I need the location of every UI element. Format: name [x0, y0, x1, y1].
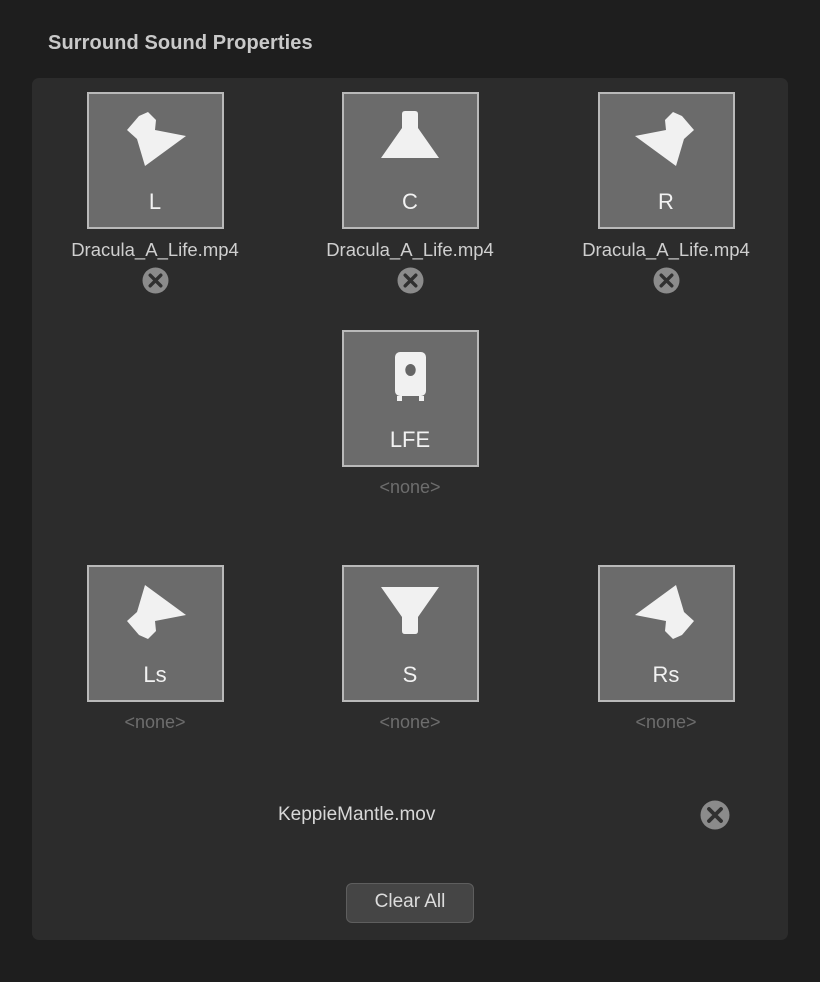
channel-tile-left-surround[interactable]: Ls	[87, 565, 224, 702]
channel-assignment-left-surround: <none>	[124, 711, 185, 734]
speaker-cone-up-right-icon	[112, 581, 198, 653]
channel-label-right-surround: Rs	[600, 664, 733, 686]
channel-tile-lfe[interactable]: LFE	[342, 330, 479, 467]
channel-assignment-left: Dracula_A_Life.mp4	[71, 238, 239, 261]
source-file-row: KeppieMantle.mov	[32, 796, 788, 840]
source-file-name: KeppieMantle.mov	[278, 804, 435, 826]
channel-tile-surround[interactable]: S	[342, 565, 479, 702]
channel-assignment-surround: <none>	[379, 711, 440, 734]
clear-circle-x-icon[interactable]	[397, 267, 424, 294]
channel-cell-right: R Dracula_A_Life.mp4	[566, 92, 766, 294]
clear-circle-x-icon[interactable]	[653, 267, 680, 294]
speaker-cone-down-icon	[367, 108, 453, 180]
channel-grid: L Dracula_A_Life.mp4	[32, 78, 788, 758]
speaker-cone-up-left-icon	[623, 581, 709, 653]
surround-sound-properties-screen: Surround Sound Properties L Dracula_A_Li…	[0, 0, 820, 982]
channel-assignment-center: Dracula_A_Life.mp4	[326, 238, 494, 261]
subwoofer-box-icon	[367, 346, 453, 418]
channel-label-right: R	[600, 191, 733, 213]
channel-tile-center[interactable]: C	[342, 92, 479, 229]
channel-tile-left[interactable]: L	[87, 92, 224, 229]
channel-assignment-right: Dracula_A_Life.mp4	[582, 238, 750, 261]
surround-panel: L Dracula_A_Life.mp4	[32, 78, 788, 940]
channel-tile-right[interactable]: R	[598, 92, 735, 229]
channel-label-surround: S	[344, 664, 477, 686]
channel-tile-right-surround[interactable]: Rs	[598, 565, 735, 702]
speaker-cone-down-left-icon	[623, 108, 709, 180]
channel-assignment-right-surround: <none>	[635, 711, 696, 734]
channel-cell-left-surround: Ls <none>	[55, 565, 255, 734]
channel-cell-left: L Dracula_A_Life.mp4	[55, 92, 255, 294]
channel-label-left-surround: Ls	[89, 664, 222, 686]
channel-label-lfe: LFE	[344, 429, 477, 451]
channel-cell-center: C Dracula_A_Life.mp4	[310, 92, 510, 294]
speaker-cone-down-right-icon	[112, 108, 198, 180]
clear-all-button[interactable]: Clear All	[346, 883, 474, 923]
channel-label-left: L	[89, 191, 222, 213]
channel-assignment-lfe: <none>	[379, 476, 440, 499]
clear-circle-x-icon[interactable]	[142, 267, 169, 294]
channel-cell-lfe: LFE <none>	[310, 330, 510, 499]
speaker-cone-up-icon	[367, 581, 453, 653]
page-title: Surround Sound Properties	[48, 32, 313, 55]
channel-cell-surround: S <none>	[310, 565, 510, 734]
channel-cell-right-surround: Rs <none>	[566, 565, 766, 734]
clear-circle-x-icon[interactable]	[700, 800, 730, 830]
channel-label-center: C	[344, 191, 477, 213]
